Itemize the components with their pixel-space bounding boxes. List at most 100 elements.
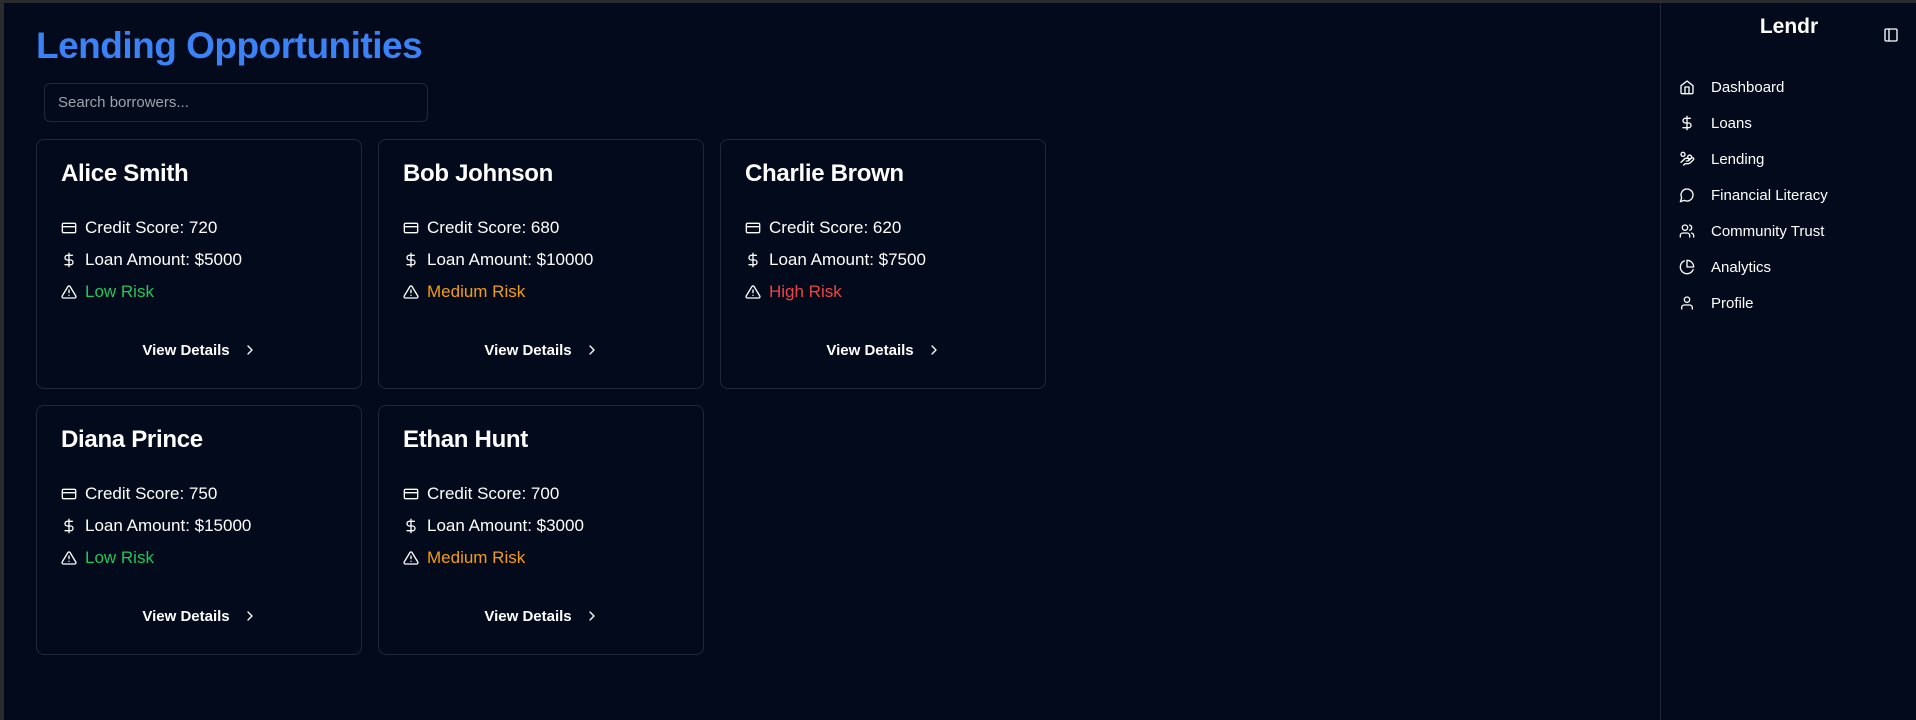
users-icon (1679, 224, 1695, 238)
pie-chart-icon (1679, 259, 1695, 275)
sidebar-item-lending[interactable]: Lending (1669, 141, 1909, 177)
borrower-name: Charlie Brown (745, 160, 904, 187)
credit-card-icon (61, 488, 77, 500)
alert-triangle-icon (61, 551, 77, 565)
chevron-right-icon (930, 345, 937, 355)
risk-label: Medium Risk (427, 548, 526, 567)
sidebar-nav: Dashboard Loans Lending Financial Litera… (1669, 69, 1909, 321)
view-details-button[interactable]: View Details (137, 332, 263, 368)
credit-score: Credit Score: 680 (427, 218, 560, 237)
sidebar-item-label: Profile (1711, 294, 1754, 312)
main-content: Lending Opportunities Alice Smith Credit… (4, 3, 1660, 720)
loan-amount-row: Loan Amount: $5000 (61, 250, 242, 270)
risk-row: Medium Risk (403, 282, 525, 302)
borrower-card-grid: Alice Smith Credit Score: 720 Loan Amoun… (36, 139, 1046, 655)
view-details-label: View Details (142, 607, 230, 625)
loan-amount-row: Loan Amount: $10000 (403, 250, 593, 270)
message-circle-icon (1679, 188, 1694, 203)
loan-amount: Loan Amount: $3000 (427, 516, 584, 535)
chevron-right-icon (246, 345, 253, 355)
panel-left-icon (1884, 28, 1898, 42)
chevron-right-icon (588, 611, 595, 621)
credit-card-icon (403, 222, 419, 234)
home-icon (1680, 80, 1694, 95)
borrower-name: Ethan Hunt (403, 426, 528, 453)
view-details-button[interactable]: View Details (479, 332, 605, 368)
dollar-icon (64, 252, 74, 268)
risk-row: High Risk (745, 282, 842, 302)
view-details-button[interactable]: View Details (479, 598, 605, 634)
borrower-card: Charlie Brown Credit Score: 620 Loan Amo… (720, 139, 1046, 389)
risk-row: Low Risk (61, 282, 154, 302)
sidebar-item-profile[interactable]: Profile (1669, 285, 1909, 321)
borrower-name: Alice Smith (61, 160, 189, 187)
sidebar-item-label: Dashboard (1711, 78, 1785, 96)
sidebar-item-label: Lending (1711, 150, 1765, 168)
view-details-button[interactable]: View Details (137, 598, 263, 634)
dollar-icon (748, 252, 758, 268)
credit-score: Credit Score: 720 (85, 218, 218, 237)
credit-score: Credit Score: 700 (427, 484, 560, 503)
loan-amount-row: Loan Amount: $3000 (403, 516, 584, 536)
brand-logo[interactable]: Lendr (1661, 15, 1916, 39)
credit-score-row: Credit Score: 750 (61, 484, 217, 504)
dollar-icon (406, 252, 416, 268)
credit-card-icon (403, 488, 419, 500)
chevron-right-icon (588, 345, 595, 355)
credit-score: Credit Score: 750 (85, 484, 218, 503)
view-details-label: View Details (484, 607, 572, 625)
loan-amount: Loan Amount: $10000 (427, 250, 594, 269)
borrower-card: Alice Smith Credit Score: 720 Loan Amoun… (36, 139, 362, 389)
view-details-button[interactable]: View Details (821, 332, 947, 368)
alert-triangle-icon (403, 551, 419, 565)
view-details-label: View Details (484, 341, 572, 359)
sidebar-item-analytics[interactable]: Analytics (1669, 249, 1909, 285)
borrower-card: Diana Prince Credit Score: 750 Loan Amou… (36, 405, 362, 655)
credit-score-row: Credit Score: 680 (403, 218, 559, 238)
sidebar-item-community-trust[interactable]: Community Trust (1669, 213, 1909, 249)
sidebar-item-dashboard[interactable]: Dashboard (1669, 69, 1909, 105)
user-icon (1681, 296, 1693, 310)
loan-amount: Loan Amount: $5000 (85, 250, 242, 269)
risk-label: Medium Risk (427, 282, 526, 301)
credit-score-row: Credit Score: 700 (403, 484, 559, 504)
risk-row: Low Risk (61, 548, 154, 568)
view-details-label: View Details (826, 341, 914, 359)
borrower-card: Ethan Hunt Credit Score: 700 Loan Amount… (378, 405, 704, 655)
alert-triangle-icon (403, 285, 419, 299)
risk-label: Low Risk (85, 282, 154, 301)
sidebar-item-label: Analytics (1711, 258, 1772, 276)
dollar-icon (64, 518, 74, 534)
search-input[interactable] (44, 83, 428, 122)
sidebar-item-label: Loans (1711, 114, 1752, 132)
credit-score: Credit Score: 620 (769, 218, 902, 237)
dollar-icon (1682, 115, 1692, 131)
alert-triangle-icon (745, 285, 761, 299)
sidebar-item-label: Community Trust (1711, 222, 1825, 240)
borrower-name: Bob Johnson (403, 160, 554, 187)
credit-card-icon (745, 222, 761, 234)
page-title: Lending Opportunities (36, 25, 423, 66)
view-details-label: View Details (142, 341, 230, 359)
credit-score-row: Credit Score: 620 (745, 218, 901, 238)
borrower-card: Bob Johnson Credit Score: 680 Loan Amoun… (378, 139, 704, 389)
sidebar-item-loans[interactable]: Loans (1669, 105, 1909, 141)
borrower-name: Diana Prince (61, 426, 203, 453)
loan-amount: Loan Amount: $15000 (85, 516, 252, 535)
chevron-right-icon (246, 611, 253, 621)
sidebar: Lendr Dashboard Loans Lending Financial … (1660, 3, 1916, 720)
sidebar-item-label: Financial Literacy (1711, 186, 1828, 204)
dollar-icon (406, 518, 416, 534)
risk-row: Medium Risk (403, 548, 525, 568)
risk-label: High Risk (769, 282, 842, 301)
risk-label: Low Risk (85, 548, 154, 567)
sidebar-toggle-button[interactable] (1879, 23, 1903, 47)
sidebar-item-financial-literacy[interactable]: Financial Literacy (1669, 177, 1909, 213)
credit-score-row: Credit Score: 720 (61, 218, 217, 238)
credit-card-icon (61, 222, 77, 234)
loan-amount: Loan Amount: $7500 (769, 250, 926, 269)
alert-triangle-icon (61, 285, 77, 299)
loan-amount-row: Loan Amount: $15000 (61, 516, 251, 536)
hand-coins-icon (1680, 151, 1695, 166)
loan-amount-row: Loan Amount: $7500 (745, 250, 926, 270)
